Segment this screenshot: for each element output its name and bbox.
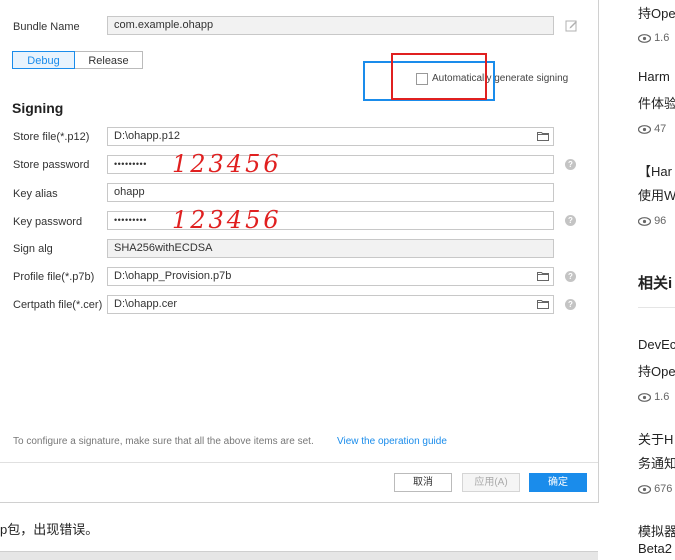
sidebar-item-text[interactable]: Harm: [638, 69, 670, 84]
store-password-annotation: 123456: [172, 150, 282, 178]
sidebar-divider: [638, 307, 675, 308]
sidebar-item-text[interactable]: 务通知: [638, 453, 675, 472]
key-alias-label: Key alias: [13, 188, 58, 200]
key-password-label: Key password: [13, 216, 83, 228]
profile-file-field[interactable]: D:\ohapp_Provision.p7b: [107, 267, 554, 286]
edit-icon[interactable]: [565, 19, 578, 32]
store-file-label: Store file(*.p12): [13, 131, 90, 143]
store-password-label: Store password: [13, 159, 90, 171]
sidebar-item-text[interactable]: 使用W: [638, 185, 675, 204]
tab-release[interactable]: Release: [75, 51, 143, 69]
view-count: 96: [638, 215, 666, 227]
sidebar-item-text[interactable]: 关于H: [638, 429, 673, 448]
folder-icon[interactable]: [537, 299, 549, 309]
related-heading: 相关i: [638, 275, 673, 292]
sidebar-item-text[interactable]: 持Ope: [638, 361, 675, 380]
bottom-caption: p包，出现错误。: [0, 522, 99, 537]
configure-hint: To configure a signature, make sure that…: [13, 436, 314, 447]
profile-file-help-icon[interactable]: ?: [565, 271, 576, 282]
certpath-file-value: D:\ohapp.cer: [114, 298, 177, 310]
store-password-help-icon[interactable]: ?: [565, 159, 576, 170]
key-password-help-icon[interactable]: ?: [565, 215, 576, 226]
certpath-file-label: Certpath file(*.cer): [13, 299, 103, 311]
profile-file-label: Profile file(*.p7b): [13, 271, 95, 283]
view-count: 676: [638, 483, 672, 495]
view-count: 1.6: [638, 391, 669, 403]
key-password-annotation: 123456: [172, 206, 282, 234]
tab-debug[interactable]: Debug: [12, 51, 75, 69]
sidebar-item-text[interactable]: DevEc: [638, 337, 675, 352]
sidebar-item-text[interactable]: Beta2: [638, 541, 672, 556]
eye-icon: [638, 216, 651, 226]
sign-alg-field: SHA256withECDSA: [107, 239, 554, 258]
footer-divider: [0, 462, 598, 463]
sidebar-item-text[interactable]: 件体验: [638, 93, 675, 112]
highlight-red-box: [391, 53, 487, 100]
signing-heading: Signing: [12, 100, 64, 116]
sign-alg-label: Sign alg: [13, 243, 53, 255]
certpath-file-field[interactable]: D:\ohapp.cer: [107, 295, 554, 314]
cancel-button[interactable]: 取消: [394, 473, 452, 492]
ok-button[interactable]: 确定: [529, 473, 587, 492]
profile-file-value: D:\ohapp_Provision.p7b: [114, 270, 232, 282]
eye-icon: [638, 484, 651, 494]
store-file-field[interactable]: D:\ohapp.p12: [107, 127, 554, 146]
eye-icon: [638, 392, 651, 402]
apply-button[interactable]: 应用(A): [462, 473, 520, 492]
signing-dialog: Bundle Name com.example.ohapp Debug Rele…: [0, 0, 599, 503]
bundle-name-field: com.example.ohapp: [107, 16, 554, 35]
sidebar-item-text[interactable]: 模拟器: [638, 521, 675, 540]
bundle-name-label: Bundle Name: [13, 21, 80, 33]
folder-icon[interactable]: [537, 271, 549, 281]
sidebar-item-text[interactable]: 【Har: [638, 161, 672, 180]
view-count: 1.6: [638, 32, 669, 44]
eye-icon: [638, 124, 651, 134]
sidebar-item-text[interactable]: 持Ope: [638, 3, 675, 22]
eye-icon: [638, 33, 651, 43]
folder-icon[interactable]: [537, 131, 549, 141]
key-alias-field[interactable]: ohapp: [107, 183, 554, 202]
operation-guide-link[interactable]: View the operation guide: [337, 436, 447, 447]
view-count: 47: [638, 123, 666, 135]
store-file-value: D:\ohapp.p12: [114, 130, 181, 142]
certpath-file-help-icon[interactable]: ?: [565, 299, 576, 310]
